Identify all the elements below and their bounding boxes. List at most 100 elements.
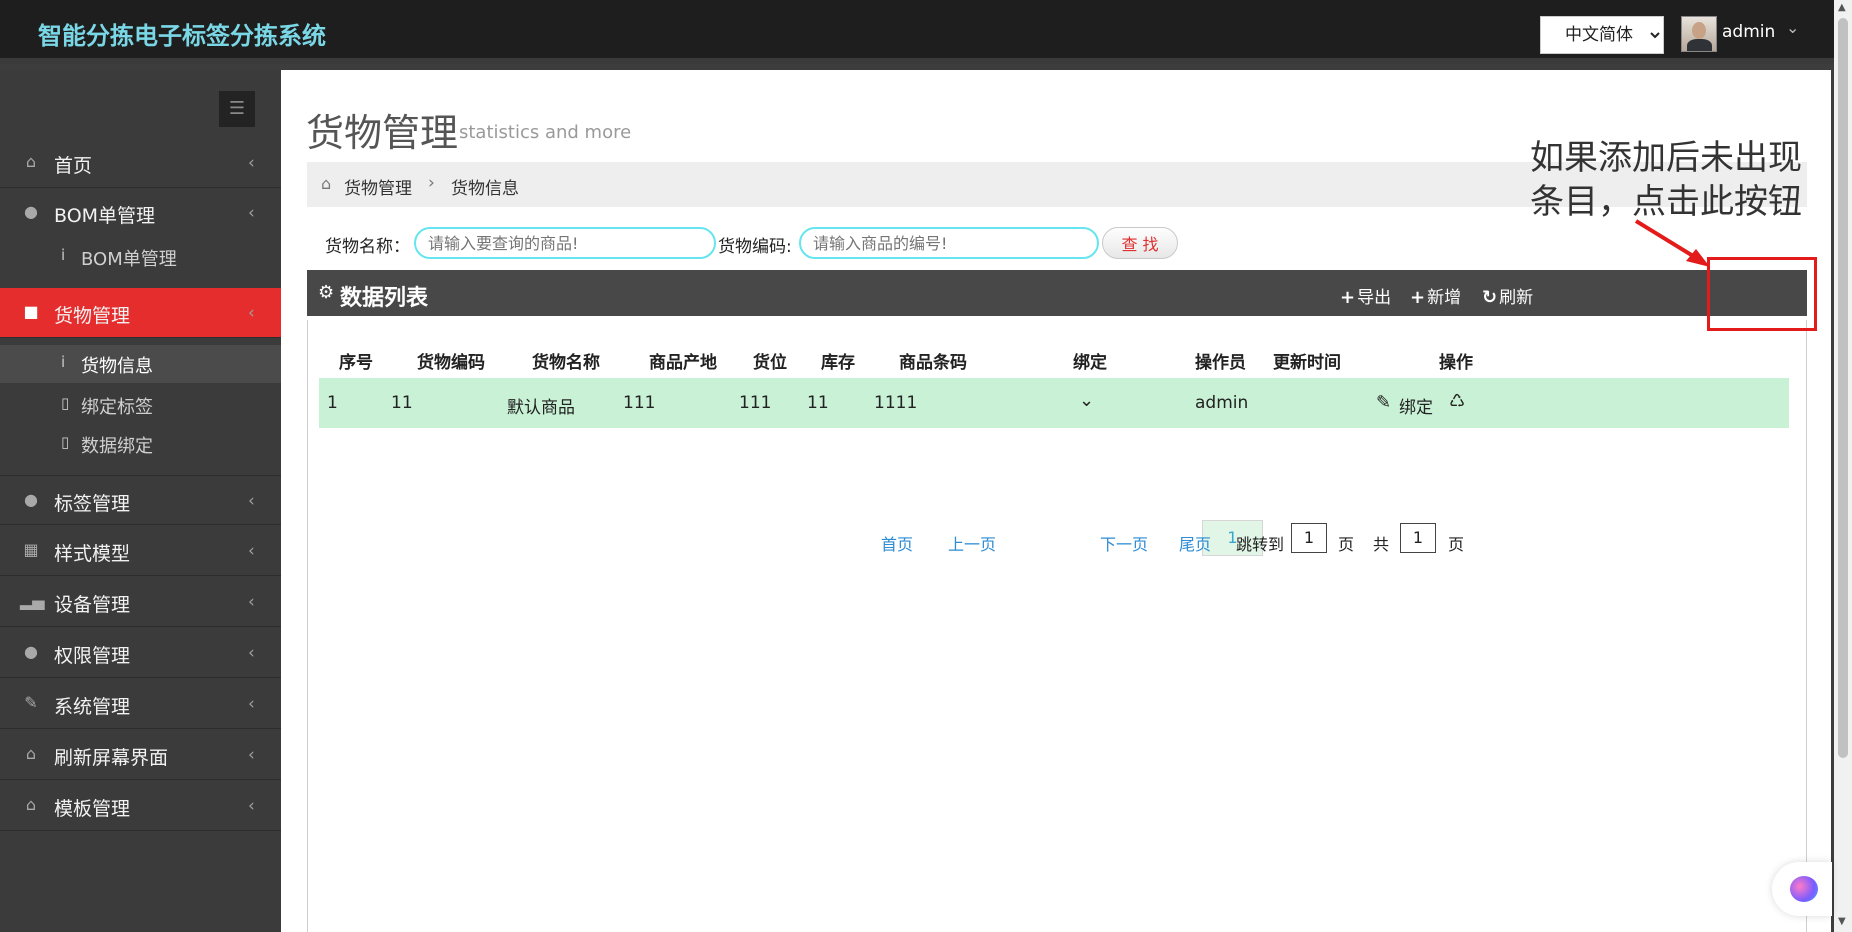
chevron-left-icon: ‹ xyxy=(248,303,255,323)
sidebar-item-goods[interactable]: ■ 货物管理 ‹ xyxy=(0,288,281,338)
trash-icon[interactable]: ♺ xyxy=(1449,391,1465,412)
chevron-left-icon: ‹ xyxy=(248,592,255,612)
tags-icon: ● xyxy=(24,490,38,509)
sidebar-item-label: 首页 xyxy=(54,155,93,177)
cell-origin: 111 xyxy=(623,393,656,413)
scrollbar-thumb[interactable] xyxy=(1838,18,1848,758)
export-button[interactable]: + 导出 xyxy=(1340,283,1391,308)
sidebar-item-system[interactable]: ✎ 系统管理 ‹ xyxy=(0,679,281,729)
sidebar-subitem-goods-info[interactable]: i 货物信息 xyxy=(0,345,281,383)
column-header: 商品条码 xyxy=(899,353,967,373)
chevron-down-icon[interactable]: ⌄ xyxy=(1786,18,1799,37)
sidebar-item-label: 货物管理 xyxy=(54,305,131,327)
scroll-up-icon[interactable]: ▲ xyxy=(1838,2,1846,13)
sidebar-item-bom[interactable]: ● BOM单管理 ‹ xyxy=(0,188,281,238)
home-icon[interactable]: ⌂ xyxy=(321,174,331,193)
scroll-down-icon[interactable]: ▼ xyxy=(1838,916,1846,927)
goods-code-label: 货物编码: xyxy=(718,237,792,257)
column-header: 操作员 xyxy=(1195,353,1246,373)
jump-page-input[interactable]: 1 xyxy=(1291,523,1327,553)
menu-toggle-icon[interactable]: ☰ xyxy=(219,91,255,127)
mobile-icon: ▯ xyxy=(61,433,70,451)
export-label: 导出 xyxy=(1357,288,1392,308)
page-subtitle: statistics and more xyxy=(459,122,632,143)
sidebar-item-permissions[interactable]: ● 权限管理 ‹ xyxy=(0,628,281,678)
sidebar-item-label: 权限管理 xyxy=(54,645,131,667)
add-button[interactable]: + 新增 xyxy=(1410,283,1480,308)
brand-title[interactable]: 智能分拣电子标签分拣系统 xyxy=(38,16,326,51)
sidebar-item-label: 设备管理 xyxy=(54,594,131,616)
sidebar-subitem-bom[interactable]: i BOM单管理 xyxy=(0,238,281,276)
sidebar-item-refresh-screen[interactable]: ⌂ 刷新屏幕界面 ‹ xyxy=(0,730,281,780)
sidebar-item-label: 模板管理 xyxy=(54,798,131,820)
sidebar-item-label: 样式模型 xyxy=(54,543,131,565)
tags-icon: ● xyxy=(24,202,38,221)
language-select[interactable]: 中文简体 xyxy=(1540,16,1664,54)
chevron-right-icon: › xyxy=(428,173,435,193)
chevron-down-icon[interactable]: ⌄ xyxy=(1079,390,1094,411)
sidebar-item-label: 标签管理 xyxy=(54,493,131,515)
app-window: 智能分拣电子标签分拣系统 中文简体 admin ⌄ ☰ ⌂ 首页 ‹ ● BOM… xyxy=(0,0,1852,932)
chevron-left-icon: ‹ xyxy=(248,745,255,765)
pagination-prev[interactable]: 上一页 xyxy=(948,531,996,555)
top-navbar: 智能分拣电子标签分拣系统 中文简体 admin ⌄ xyxy=(0,0,1852,64)
info-icon: i xyxy=(61,353,66,371)
chevron-left-icon: ‹ xyxy=(248,694,255,714)
assistant-widget[interactable] xyxy=(1772,862,1832,916)
avatar[interactable] xyxy=(1681,16,1717,52)
breadcrumb-item[interactable]: 货物管理 xyxy=(344,174,412,199)
column-header: 绑定 xyxy=(1073,353,1107,373)
total-unit: 页 xyxy=(1448,535,1465,554)
sidebar-subitem-label: 绑定标签 xyxy=(81,397,153,418)
pagination: 首页 上一页 1 下一页 尾页 跳转到 1 页 共 1 页 xyxy=(281,520,1831,560)
goods-name-input[interactable] xyxy=(414,227,716,259)
sidebar-subitem-label: 数据绑定 xyxy=(81,436,153,457)
cell-index: 1 xyxy=(327,393,338,413)
table-header: 序号 货物编码 货物名称 商品产地 货位 库存 商品条码 绑定 操作员 更新时间… xyxy=(319,342,1789,374)
edit-icon[interactable]: ✎ xyxy=(1376,392,1391,413)
info-icon: i xyxy=(61,246,66,264)
table-row: 1 11 默认商品 111 111 11 1111 ⌄ admin ✎ 绑定 ♺ xyxy=(319,378,1789,428)
annotation-highlight-box xyxy=(1707,257,1817,331)
column-header: 库存 xyxy=(821,353,855,373)
search-button[interactable]: 查 找 xyxy=(1102,227,1178,259)
chevron-left-icon: ‹ xyxy=(248,541,255,561)
refresh-button[interactable]: ↻ 刷新 xyxy=(1482,283,1533,308)
pagination-last[interactable]: 尾页 xyxy=(1179,531,1211,555)
grid-icon: ▦ xyxy=(23,540,39,559)
sidebar-subitem-data-bind[interactable]: ▯ 数据绑定 xyxy=(0,425,281,463)
sidebar-subitem-bind-tag[interactable]: ▯ 绑定标签 xyxy=(0,386,281,424)
cell-stock: 11 xyxy=(807,393,829,413)
column-header: 货位 xyxy=(753,353,787,373)
scrollbar[interactable]: ▲ ▼ xyxy=(1834,0,1852,932)
user-icon: ● xyxy=(24,642,38,661)
column-header: 序号 xyxy=(339,353,373,373)
cell-operator: admin xyxy=(1195,393,1249,413)
column-header: 操作 xyxy=(1439,353,1473,373)
sidebar-item-home[interactable]: ⌂ 首页 ‹ xyxy=(0,138,281,188)
sidebar-item-devices[interactable]: ▂▄ 设备管理 ‹ xyxy=(0,577,281,627)
sidebar-item-templates[interactable]: ⌂ 模板管理 ‹ xyxy=(0,781,281,831)
chevron-left-icon: ‹ xyxy=(248,491,255,511)
sidebar-item-styles[interactable]: ▦ 样式模型 ‹ xyxy=(0,526,281,576)
home-icon: ⌂ xyxy=(25,744,37,763)
gears-icon: ⚙ xyxy=(318,282,335,303)
page-title: 货物管理 xyxy=(306,111,459,155)
chevron-left-icon: ‹ xyxy=(248,796,255,816)
home-icon: ⌂ xyxy=(25,795,37,814)
sidebar-item-tags[interactable]: ● 标签管理 ‹ xyxy=(0,475,281,525)
cell-barcode: 1111 xyxy=(874,393,918,413)
sidebar-subitem-label: 货物信息 xyxy=(81,356,153,377)
column-header: 货物编码 xyxy=(417,353,485,373)
chevron-left-icon: ‹ xyxy=(248,153,255,173)
sidebar-item-label: 刷新屏幕界面 xyxy=(54,747,169,769)
goods-name-label: 货物名称： xyxy=(325,237,410,257)
annotation-text: 如果添加后未出现条目，点击此按钮 xyxy=(1530,138,1802,222)
data-list-title: 数据列表 xyxy=(340,286,429,311)
column-header: 货物名称 xyxy=(532,353,600,373)
user-name[interactable]: admin xyxy=(1722,22,1775,42)
bind-link[interactable]: 绑定 xyxy=(1399,393,1433,418)
goods-code-input[interactable] xyxy=(799,227,1099,259)
pagination-first[interactable]: 首页 xyxy=(881,531,913,555)
pagination-next[interactable]: 下一页 xyxy=(1100,531,1148,555)
